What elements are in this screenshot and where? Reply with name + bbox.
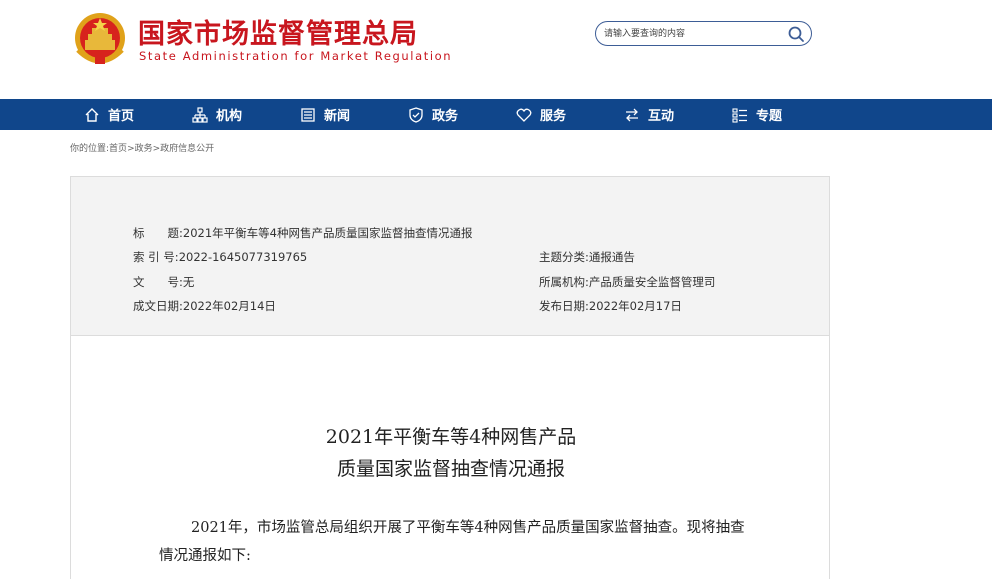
info-published-row: 发布日期:2022年02月17日 (539, 298, 682, 314)
breadcrumb: 你的位置:首页>政务>政府信息公开 (70, 141, 214, 154)
nav-item-interaction[interactable]: 互动 (624, 99, 674, 130)
info-title-label: 标 题: (133, 226, 183, 240)
info-published-value: 2022年02月17日 (588, 299, 682, 313)
national-emblem-icon[interactable] (70, 10, 130, 70)
info-category-label: 主题分类: (539, 250, 589, 264)
article-content: 2021年平衡车等4种网售产品 质量国家监督抽查情况通报 2021年，市场监管总… (70, 336, 830, 579)
exchange-icon (626, 108, 638, 121)
org-chart-icon (192, 106, 208, 123)
info-published-label: 发布日期: (539, 299, 589, 313)
info-category-value: 通报通告 (588, 250, 635, 264)
main-nav: 首页 机构 新闻 政务 服务 互动 专题 (0, 99, 992, 130)
search-input[interactable] (604, 25, 774, 42)
site-title[interactable]: 国家市场监督管理总局 (138, 12, 418, 51)
nav-item-government-affairs[interactable]: 政务 (408, 99, 458, 130)
article-title-line1: 2021年平衡车等4种网售产品 (325, 426, 577, 448)
article-paragraph: 2021年，市场监管总局组织开展了平衡车等4种网售产品质量国家监督抽查。现将抽查… (159, 520, 745, 564)
nav-label: 专题 (756, 109, 783, 124)
breadcrumb-prefix: 你的位置: (70, 144, 110, 154)
nav-label: 互动 (648, 109, 675, 124)
info-docno-label: 文 号: (133, 275, 183, 289)
breadcrumb-gov-affairs[interactable]: 政务 (135, 144, 153, 154)
nav-item-topics[interactable]: 专题 (732, 99, 782, 130)
nav-label: 政务 (432, 109, 459, 124)
info-title-value: 2021年平衡车等4种网售产品质量国家监督抽查情况通报 (182, 226, 473, 240)
info-index-value: 2022-1645077319765 (178, 250, 308, 264)
breadcrumb-info-disclosure[interactable]: 政府信息公开 (160, 144, 214, 154)
info-docno-row: 文 号:无 (133, 274, 194, 290)
nav-item-news[interactable]: 新闻 (300, 99, 350, 130)
nav-item-organization[interactable]: 机构 (192, 99, 242, 130)
newspaper-icon (301, 107, 315, 122)
info-index-row: 索 引 号:2022-1645077319765 (133, 249, 307, 265)
breadcrumb-home[interactable]: 首页 (109, 144, 127, 154)
info-docno-value: 无 (182, 275, 195, 289)
shield-icon (409, 106, 423, 123)
breadcrumb-separator: > (127, 144, 135, 154)
nav-label: 新闻 (324, 109, 351, 124)
search-icon[interactable] (787, 25, 805, 43)
home-icon (85, 107, 99, 122)
heart-icon (516, 108, 532, 122)
info-index-label: 索 引 号: (133, 250, 179, 264)
nav-item-services[interactable]: 服务 (516, 99, 566, 130)
list-icon (732, 107, 747, 123)
nav-label: 首页 (108, 109, 135, 124)
article-title-line2: 质量国家监督抽查情况通报 (336, 458, 565, 480)
nav-label: 机构 (216, 109, 243, 124)
search-box (595, 21, 812, 46)
site-subtitle: State Administration for Market Regulati… (139, 49, 453, 63)
info-org-row: 所属机构:产品质量安全监督管理司 (539, 274, 715, 290)
info-org-label: 所属机构: (539, 275, 589, 289)
info-org-value: 产品质量安全监督管理司 (588, 275, 716, 289)
info-category-row: 主题分类:通报通告 (539, 249, 635, 265)
info-created-value: 2022年02月14日 (182, 299, 276, 313)
nav-item-home[interactable]: 首页 (84, 99, 134, 130)
site-header: 国家市场监督管理总局 State Administration for Mark… (0, 0, 992, 99)
document-info-box: 标 题:2021年平衡车等4种网售产品质量国家监督抽查情况通报 索 引 号:20… (70, 176, 830, 336)
info-created-label: 成文日期: (133, 299, 183, 313)
info-created-row: 成文日期:2022年02月14日 (133, 298, 276, 314)
info-title-row: 标 题:2021年平衡车等4种网售产品质量国家监督抽查情况通报 (133, 225, 472, 241)
nav-label: 服务 (540, 109, 567, 124)
